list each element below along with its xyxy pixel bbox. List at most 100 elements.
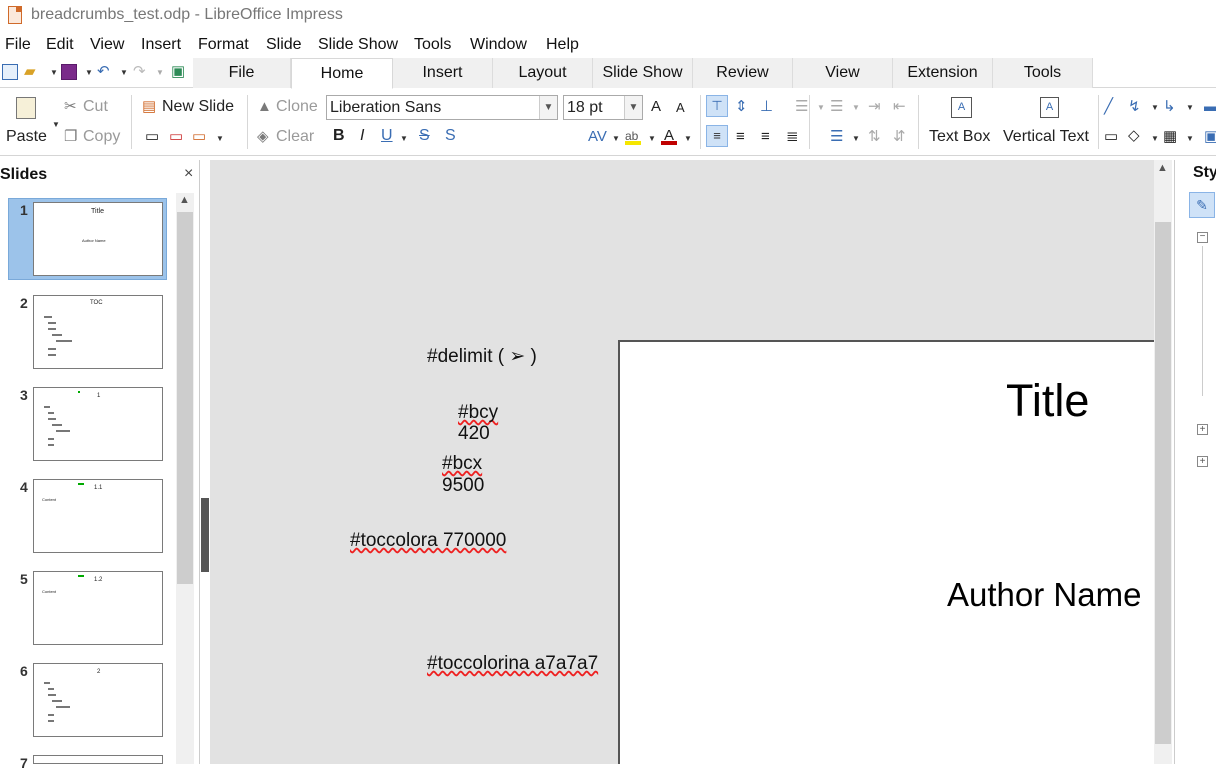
tab-review[interactable]: Review xyxy=(693,58,793,88)
clear-button[interactable]: Clear xyxy=(276,128,314,146)
save-dropdown-icon[interactable]: ▼ xyxy=(85,68,93,77)
tab-layout[interactable]: Layout xyxy=(493,58,593,88)
slides-scrollbar-thumb[interactable] xyxy=(177,212,193,584)
slide-thumbnail-4[interactable]: 1.1 Content xyxy=(33,479,163,553)
start-slideshow-icon[interactable]: ▣ xyxy=(171,63,185,81)
more-tools-icon[interactable]: ▬ xyxy=(1204,98,1216,116)
slide-thumbnail-1[interactable]: Title Author Name xyxy=(33,202,163,276)
tab-home[interactable]: Home xyxy=(291,58,393,89)
paste-button[interactable]: Paste xyxy=(6,128,47,146)
decrease-paragraph-spacing-icon[interactable]: ⇵ xyxy=(893,128,906,146)
toccolora-note[interactable]: #toccolora 770000 xyxy=(350,530,506,552)
align-center-icon[interactable]: ≡ xyxy=(736,128,745,146)
bcx-value[interactable]: 9500 xyxy=(442,475,484,497)
paste-dropdown-icon[interactable]: ▼ xyxy=(52,120,60,129)
bold-button[interactable]: B xyxy=(333,127,345,145)
delete-slide-icon[interactable]: ▭ xyxy=(169,128,183,146)
line-spacing-dropdown-icon[interactable]: ▼ xyxy=(852,134,860,143)
close-icon[interactable]: × xyxy=(184,165,193,183)
menu-view[interactable]: View xyxy=(90,36,124,54)
character-spacing-icon[interactable]: AV xyxy=(588,128,607,146)
arrange-icon[interactable]: ▦ xyxy=(1163,128,1177,146)
slide-properties-icon[interactable]: ▭ xyxy=(192,128,206,146)
clone-button[interactable]: Clone xyxy=(276,98,318,116)
menu-edit[interactable]: Edit xyxy=(46,36,74,54)
text-box-button[interactable]: Text Box xyxy=(929,128,990,146)
slide-dropdown-icon[interactable]: ▼ xyxy=(216,134,224,143)
delimit-note[interactable]: #delimit ( ➢ ) xyxy=(427,345,537,368)
shapes-dropdown-icon[interactable]: ▼ xyxy=(1151,134,1159,143)
justify-icon[interactable]: ≣ xyxy=(786,128,799,146)
clone-icon[interactable]: ▲ xyxy=(257,98,272,116)
strikethrough-button[interactable]: S xyxy=(419,127,430,145)
scroll-up-icon[interactable]: ▲ xyxy=(179,194,190,206)
undo-dropdown-icon[interactable]: ▼ xyxy=(120,68,128,77)
align-center-vertical-icon[interactable]: ⇕ xyxy=(735,98,748,116)
menu-insert[interactable]: Insert xyxy=(141,36,181,54)
spacing-dropdown-icon[interactable]: ▼ xyxy=(612,134,620,143)
vertical-text-button[interactable]: Vertical Text xyxy=(1003,128,1089,146)
slide-thumbnail-2[interactable]: TOC xyxy=(33,295,163,369)
slide-layout-icon[interactable]: ▭ xyxy=(145,128,159,146)
cut-icon[interactable]: ✂ xyxy=(64,98,77,116)
menu-help[interactable]: Help xyxy=(546,36,579,54)
menu-slide[interactable]: Slide xyxy=(266,36,302,54)
expand-icon[interactable]: + xyxy=(1197,456,1208,467)
font-color-dropdown-icon[interactable]: ▼ xyxy=(684,134,692,143)
rectangle-icon[interactable]: ▭ xyxy=(1104,128,1118,146)
open-icon[interactable]: ▰ xyxy=(24,63,36,81)
underline-button[interactable]: U xyxy=(381,127,393,145)
numbered-dropdown-icon[interactable]: ▼ xyxy=(852,103,860,112)
menu-file[interactable]: File xyxy=(5,36,31,54)
text-box-icon[interactable]: A xyxy=(951,97,972,118)
copy-button[interactable]: Copy xyxy=(83,128,120,146)
tab-insert[interactable]: Insert xyxy=(393,58,493,88)
tab-tools[interactable]: Tools xyxy=(993,58,1093,88)
increase-indent-icon[interactable]: ⇥ xyxy=(868,98,881,116)
redo-dropdown-icon[interactable]: ▼ xyxy=(156,68,164,77)
connector-icon[interactable]: ↳ xyxy=(1163,98,1176,116)
menu-window[interactable]: Window xyxy=(470,36,527,54)
slide-title[interactable]: Title xyxy=(1006,375,1089,427)
tab-extension[interactable]: Extension xyxy=(893,58,993,88)
align-right-icon[interactable]: ≡ xyxy=(761,128,770,146)
copy-icon[interactable]: ❐ xyxy=(64,128,77,146)
new-slide-icon[interactable]: ▤ xyxy=(142,98,156,116)
shadow-button[interactable]: S xyxy=(445,127,456,145)
font-size-combo[interactable]: 18 pt ▼ xyxy=(563,95,643,120)
highlight-dropdown-icon[interactable]: ▼ xyxy=(648,134,656,143)
scroll-up-icon[interactable]: ▲ xyxy=(1157,162,1168,174)
clear-formatting-icon[interactable]: ◈ xyxy=(257,128,269,146)
align-left-icon[interactable]: ≡ xyxy=(706,125,728,147)
bcy-value[interactable]: 420 xyxy=(458,423,490,445)
align-top-icon[interactable]: ⊤ xyxy=(706,95,728,117)
chevron-down-icon[interactable]: ▼ xyxy=(539,96,557,119)
underline-dropdown-icon[interactable]: ▼ xyxy=(400,134,408,143)
curve-dropdown-icon[interactable]: ▼ xyxy=(1151,103,1159,112)
cut-button[interactable]: Cut xyxy=(83,98,108,116)
slide-thumbnail-6[interactable]: 2 xyxy=(33,663,163,737)
align-bottom-icon[interactable]: ⊥ xyxy=(760,98,773,116)
tab-view[interactable]: View xyxy=(793,58,893,88)
shrink-font-icon[interactable]: A xyxy=(676,99,685,117)
curve-icon[interactable]: ↯ xyxy=(1128,98,1141,116)
expand-icon[interactable]: + xyxy=(1197,424,1208,435)
new-slide-button[interactable]: New Slide xyxy=(162,98,234,116)
connector-dropdown-icon[interactable]: ▼ xyxy=(1186,103,1194,112)
line-spacing-icon[interactable]: ☰ xyxy=(830,128,843,146)
highlight-icon[interactable]: ab xyxy=(625,129,641,145)
bcy-label[interactable]: #bcy xyxy=(458,402,498,424)
slide-thumbnail-3[interactable]: 1 xyxy=(33,387,163,461)
tab-slide-show[interactable]: Slide Show xyxy=(593,58,693,88)
bcx-label[interactable]: #bcx xyxy=(442,453,482,475)
collapse-icon[interactable]: − xyxy=(1197,232,1208,243)
slide-thumbnail-5[interactable]: 1.2 Content xyxy=(33,571,163,645)
diamond-icon[interactable]: ◇ xyxy=(1128,127,1140,145)
pane-collapse-handle[interactable] xyxy=(201,498,209,572)
paste-icon[interactable] xyxy=(16,97,36,119)
increase-paragraph-spacing-icon[interactable]: ⇅ xyxy=(868,128,881,146)
bullet-list-icon[interactable]: ☰ xyxy=(795,98,808,116)
menu-slide-show[interactable]: Slide Show xyxy=(318,36,398,54)
redo-icon[interactable]: ↷ xyxy=(133,63,146,81)
decrease-indent-icon[interactable]: ⇤ xyxy=(893,98,906,116)
